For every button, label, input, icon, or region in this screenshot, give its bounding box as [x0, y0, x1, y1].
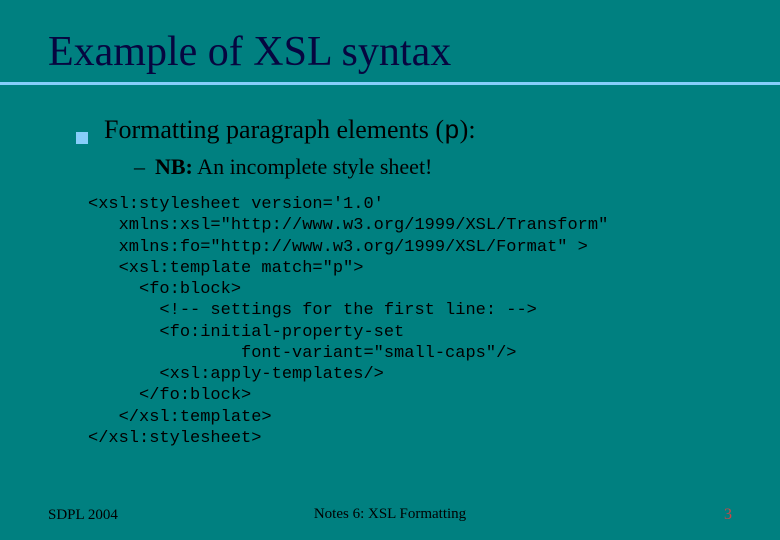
- slide: Example of XSL syntax Formatting paragra…: [0, 0, 780, 540]
- bullet-suffix: ):: [460, 115, 476, 144]
- code-block: <xsl:stylesheet version='1.0' xmlns:xsl=…: [88, 194, 732, 449]
- bullet-item: Formatting paragraph elements (p):: [76, 115, 732, 146]
- bullet-text: Formatting paragraph elements (p):: [104, 115, 476, 146]
- slide-number: 3: [724, 506, 732, 524]
- sub-bullet-item: – NB: An incomplete style sheet!: [134, 154, 732, 180]
- title-rule: [0, 82, 780, 85]
- bullet-prefix: Formatting paragraph elements (: [104, 115, 444, 144]
- footer-center: Notes 6: XSL Formatting: [314, 506, 466, 523]
- dash-bullet-icon: –: [134, 154, 145, 180]
- slide-title: Example of XSL syntax: [48, 28, 732, 76]
- sub-rest: An incomplete style sheet!: [193, 154, 433, 179]
- footer: SDPL 2004 Notes 6: XSL Formatting 3: [0, 506, 780, 524]
- bullet-mono: p: [444, 116, 460, 146]
- square-bullet-icon: [76, 132, 88, 144]
- footer-left: SDPL 2004: [48, 507, 118, 524]
- sub-bullet-text: NB: An incomplete style sheet!: [155, 154, 432, 180]
- sub-nb: NB:: [155, 154, 193, 179]
